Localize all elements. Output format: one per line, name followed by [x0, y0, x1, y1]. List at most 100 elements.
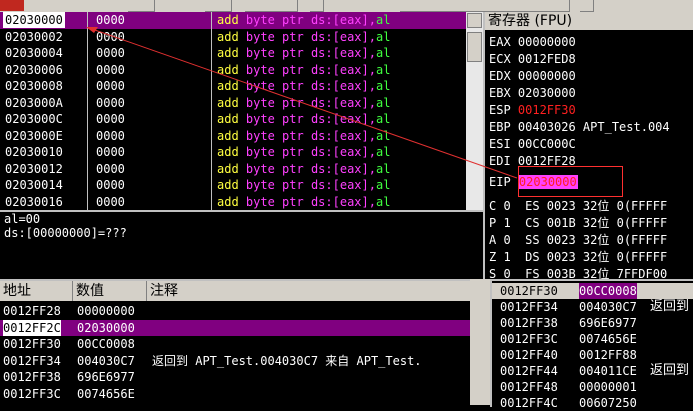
disasm-operand: byte ptr ds:[eax], — [245, 178, 376, 192]
window-button-h[interactable] — [465, 0, 479, 12]
disasm-row[interactable]: 02030010 0000 add byte ptr ds:[eax],al — [0, 144, 466, 161]
disassembly-pane[interactable]: 02030016 0000 add byte ptr ds:[eax],al 0203… — [0, 12, 466, 210]
stack-row[interactable]: 0012FF3C 0074656E — [492, 331, 693, 347]
stack-value: 00CC0008 — [579, 283, 637, 299]
stack-row[interactable]: 0012FF30 00CC0008 — [492, 283, 693, 299]
window-button-t[interactable] — [439, 0, 453, 12]
window-button-c[interactable] — [478, 0, 492, 12]
dump-value: 696E6977 — [77, 370, 135, 384]
registers-pane[interactable]: 寄存器 (FPU) EAX 00000000 ECX 0012FED8 EDX … — [483, 12, 693, 281]
register-ebx[interactable]: EBX 02030000 — [489, 85, 576, 102]
disasm-register: al — [375, 95, 391, 110]
stack-row[interactable]: 0012FF34 004030C7 返回到 — [492, 299, 693, 315]
disasm-instruction: add byte ptr ds:[eax],al — [217, 95, 390, 111]
window-button-s[interactable] — [556, 0, 570, 12]
stack-row[interactable]: 0012FF48 00000001 — [492, 379, 693, 395]
stack-pane[interactable]: 0012FF30 00CC0008 0012FF34 004030C7 返回到 0012F… — [490, 279, 693, 410]
stack-row[interactable]: 0012FF40 0012FF88 — [492, 347, 693, 363]
pause-button[interactable] — [218, 0, 232, 12]
disasm-register: al — [375, 79, 391, 93]
stack-value: 004030C7 — [579, 300, 637, 314]
toolbar-button[interactable] — [310, 0, 324, 12]
step-into-button[interactable] — [245, 0, 259, 12]
scroll-thumb[interactable] — [467, 32, 482, 62]
disasm-instruction: add byte ptr ds:[eax],al — [217, 45, 390, 61]
window-button-k[interactable] — [504, 0, 518, 12]
dump-row[interactable]: 0012FF28 00000000 — [0, 303, 470, 319]
disasm-row[interactable]: 02030004 0000 add byte ptr ds:[eax],al — [0, 45, 466, 62]
window-button-l[interactable] — [400, 0, 414, 12]
stack-address: 0012FF4C — [500, 396, 558, 410]
disasm-address: 0203000E — [5, 128, 63, 143]
run-button[interactable] — [205, 0, 219, 12]
disasm-operand: byte ptr ds:[eax], — [245, 128, 376, 143]
disasm-operand: byte ptr ds:[eax], — [245, 95, 376, 110]
column-header-value[interactable]: 数值 — [73, 281, 147, 301]
window-button-r[interactable] — [530, 0, 544, 12]
disasm-row[interactable]: 0203000C 0000 add byte ptr ds:[eax],al — [0, 111, 466, 128]
disasm-opcode: add — [217, 62, 239, 77]
disasm-opcode: add — [217, 145, 239, 159]
register-esp-name: ESP — [489, 103, 518, 117]
dump-value: 02030000 — [77, 320, 135, 335]
trace-over-button[interactable] — [284, 0, 298, 12]
disasm-address: 0203000C — [5, 112, 63, 126]
stack-value: 004011CE — [579, 364, 637, 378]
window-button-p[interactable] — [491, 0, 505, 12]
disasm-row[interactable]: 02030014 0000 add byte ptr ds:[eax],al — [0, 177, 466, 194]
stack-row[interactable]: 0012FF44 004011CE 返回到 — [492, 363, 693, 379]
flag-row[interactable]: P 1 CS 001B 32位 0(FFFFF — [489, 215, 667, 232]
register-ebp[interactable]: EBP 00403026 APT_Test.004 — [489, 119, 670, 136]
toolbar-button[interactable] — [128, 0, 142, 12]
dump-scrollbar[interactable] — [470, 279, 490, 405]
disasm-row[interactable]: 0203000A 0000 add byte ptr ds:[eax],al — [0, 95, 466, 112]
dump-row[interactable]: 0012FF34 004030C7 返回到 APT_Test.004030C7 来自… — [0, 353, 470, 369]
toolbar-button[interactable] — [580, 0, 594, 12]
flag-row[interactable]: C 0 ES 0023 32位 0(FFFFF — [489, 198, 667, 215]
column-header-address[interactable]: 地址 — [0, 281, 73, 301]
stack-comment: 返回到 — [650, 299, 690, 314]
disasm-row[interactable]: 02030002 0000 add byte ptr ds:[eax],al — [0, 29, 466, 46]
disasm-row[interactable]: 02030006 0000 add byte ptr ds:[eax],al — [0, 62, 466, 79]
flag-row[interactable]: A 0 SS 0023 32位 0(FFFFF — [489, 232, 667, 249]
trace-into-button[interactable] — [271, 0, 285, 12]
disasm-address: 02030006 — [5, 62, 63, 77]
scroll-up-button[interactable] — [467, 13, 482, 28]
disasm-row[interactable]: 0203000E 0000 add byte ptr ds:[eax],al — [0, 128, 466, 145]
register-ecx[interactable]: ECX 0012FED8 — [489, 51, 576, 68]
register-esp[interactable]: ESP 0012FF30 — [489, 102, 576, 119]
window-button-b[interactable] — [517, 0, 531, 12]
register-esi[interactable]: ESI 00CC000C — [489, 136, 576, 153]
column-header-comment[interactable]: 注释 — [147, 281, 470, 301]
register-eax[interactable]: EAX 00000000 — [489, 34, 576, 51]
flag-row[interactable]: Z 1 DS 0023 32位 0(FFFFF — [489, 249, 667, 266]
disasm-hex: 0000 — [96, 128, 125, 143]
window-button-w[interactable] — [452, 0, 466, 12]
disasm-operand: byte ptr ds:[eax], — [245, 161, 376, 176]
disasm-row[interactable]: 02030000 0000 add byte ptr ds:[eax],al — [0, 12, 466, 29]
stack-row[interactable]: 0012FF4C 00607250 — [492, 395, 693, 411]
dump-header: 地址 数值 注释 — [0, 281, 470, 301]
step-over-button[interactable] — [258, 0, 272, 12]
window-button-e[interactable] — [413, 0, 427, 12]
dump-row[interactable]: 0012FF2C 02030000 — [0, 319, 470, 336]
disasm-row[interactable]: 02030012 0000 add byte ptr ds:[eax],al — [0, 161, 466, 178]
memory-dump-pane[interactable]: 地址 数值 注释 0012FF28 00000000 0012FF2C 0203000… — [0, 279, 470, 407]
register-edx[interactable]: EDX 00000000 — [489, 68, 576, 85]
disasm-row[interactable]: 02030008 0000 add byte ptr ds:[eax],al — [0, 78, 466, 95]
window-button-m[interactable] — [426, 0, 440, 12]
disasm-instruction: add byte ptr ds:[eax],al — [217, 62, 390, 78]
disasm-register: al — [375, 62, 391, 77]
toolbar-button[interactable] — [141, 0, 155, 12]
window-button-dots[interactable] — [543, 0, 557, 12]
disasm-hex: 0000 — [96, 194, 125, 209]
disassembly-scrollbar[interactable] — [466, 12, 483, 210]
dump-row[interactable]: 0012FF30 00CC0008 — [0, 336, 470, 352]
disasm-address: 02030004 — [5, 46, 63, 60]
dump-row[interactable]: 0012FF3C 0074656E — [0, 386, 470, 402]
stack-row[interactable]: 0012FF38 696E6977 — [492, 315, 693, 331]
disasm-row[interactable]: 02030016 0000 add byte ptr ds:[eax],al — [0, 194, 466, 211]
stack-value: 696E6977 — [579, 316, 637, 330]
disasm-opcode: add — [217, 161, 239, 176]
dump-row[interactable]: 0012FF38 696E6977 — [0, 369, 470, 385]
